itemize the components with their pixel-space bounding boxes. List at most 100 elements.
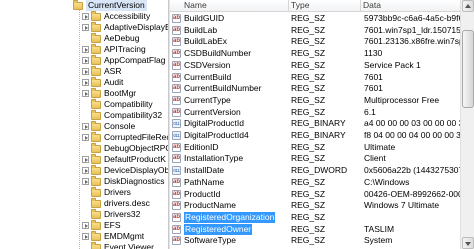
value-name: ProductId [184,188,221,199]
value-row[interactable]: 011 DigitalProductId REG_BINARY a4 00 00 00… [170,118,460,129]
tree-item[interactable]: DebugObjectRPC [82,142,168,154]
tree-item-label: DiskDiagnostics [104,176,165,186]
expand-arrow-icon[interactable] [82,156,89,163]
expand-arrow-icon[interactable] [82,68,89,75]
expand-arrow-icon[interactable] [82,57,89,64]
value-row[interactable]: ab ProductName REG_SZ Windows 7 Ultimate [170,200,460,211]
expand-arrow-icon[interactable] [82,134,89,141]
folder-icon [91,98,101,109]
tree-item-label: AdaptiveDisplayB [104,22,168,32]
value-row[interactable]: ab CurrentBuild REG_SZ 7601 [170,72,460,83]
tree-item[interactable]: APITracing [82,43,146,55]
value-row[interactable]: ab EditionID REG_SZ Ultimate [170,142,460,153]
tree-item[interactable]: Audit [82,76,124,88]
value-data: 7601.23136.x86fre.win7sp1_ldr [364,36,460,47]
tree-item[interactable]: EMDMgmt [82,230,144,242]
value-row[interactable]: 011 InstallDate REG_DWORD 0x5606a22b (14432… [170,165,460,176]
folder-open-icon [73,0,83,10]
value-row[interactable]: ab RegisteredOrganization REG_SZ [170,211,460,223]
vertical-scrollbar[interactable] [460,0,474,249]
value-data: f8 04 00 00 04 00 00 00 30 00 30 [364,130,460,140]
value-row[interactable]: ab PathName REG_SZ C:\Windows [170,177,460,188]
value-row[interactable]: abProductId REG_SZ 00426-OEM-8992662-00006 [170,189,460,200]
tree-item-label: Accessibility [104,11,151,21]
string-icon: ab [172,212,181,222]
value-data: C:\Windows [364,176,410,187]
tree-item[interactable]: EFS [82,219,121,231]
expand-arrow-icon[interactable] [82,167,89,174]
expand-arrow-icon[interactable] [82,233,89,240]
tree-item[interactable]: Compatibility [82,98,153,110]
tree-item-label: AeDebug [104,33,140,43]
scroll-thumb[interactable] [462,30,474,108]
tree-item[interactable]: Console [82,120,136,132]
tree-item[interactable]: drivers.desc [82,197,150,209]
value-row[interactable]: ab CSDVersion REG_SZ Service Pack 1 [170,60,460,71]
value-data: 6.1 [364,106,376,117]
tree-item[interactable]: BootMgr [82,87,136,99]
value-data: 7601 [364,83,383,94]
folder-icon [91,120,101,131]
tree-item-label: Console [104,121,136,131]
value-row[interactable]: ab InstallationType REG_SZ Client [170,153,460,164]
tree-item[interactable]: ASR [82,65,122,77]
value-row[interactable]: ab CurrentBuildNumber REG_SZ 7601 [170,83,460,94]
value-type: REG_SZ [291,106,326,117]
folder-icon [91,153,101,164]
registry-values-list[interactable]: Name Type Data ab BuildGUID REG_SZ 5973bb9c… [170,0,460,249]
tree-item[interactable]: Drivers32 [82,208,141,220]
expand-arrow-icon[interactable] [82,24,89,31]
value-row[interactable]: ab SoftwareType REG_SZ System [170,235,460,246]
column-header-name[interactable]: Name [182,0,207,11]
scroll-up-button[interactable] [462,0,474,12]
expand-arrow-icon[interactable] [82,222,89,229]
scroll-down-button[interactable] [462,237,474,249]
tree-item-currentversion[interactable]: CurrentVersion [73,0,147,11]
value-row[interactable]: abBuildGUID REG_SZ 5973bb9c-c6a6-4a5c-b9f6… [170,13,460,24]
folder-icon [91,230,101,241]
value-row[interactable]: ab CurrentType REG_SZ Multiprocessor Free [170,95,460,106]
expand-arrow-icon[interactable] [82,90,89,97]
tree-item[interactable]: AdaptiveDisplayB [82,21,168,33]
value-data: 7601 [364,71,383,82]
tree-item[interactable]: DiskDiagnostics [82,175,165,187]
tree-item[interactable]: AeDebug [82,32,140,44]
value-name: BuildGUID [184,13,225,23]
value-row[interactable]: ab CurrentVersion REG_SZ 6.1 [170,107,460,118]
value-row[interactable]: ab RegisteredOwner REG_SZ TASLIM [170,223,460,235]
tree-item[interactable]: AppCompatFlag [82,54,165,66]
folder-icon [91,175,101,186]
tree-item-label: Audit [104,77,124,87]
expand-arrow-icon[interactable] [82,79,89,86]
value-row[interactable]: 011 DigitalProductId4 REG_BINARY f8 04 00 0… [170,130,460,141]
column-header-type[interactable]: Type [289,0,309,11]
value-row[interactable]: ab BuildLabEx REG_SZ 7601.23136.x86fre.win7… [170,36,460,47]
binary-icon: 011 [172,119,181,129]
tree-item[interactable]: Compatibility32 [82,109,162,121]
value-name: InstallationType [184,153,244,164]
tree-item-label: Drivers32 [104,209,141,219]
column-header-data[interactable]: Data [361,0,381,11]
value-data: Service Pack 1 [364,59,421,70]
tree-item-label: DebugObjectRPC [104,143,168,153]
tree-item[interactable]: DefaultProductK [82,153,166,165]
tree-item[interactable]: CorruptedFileRec [82,131,168,143]
tree-item[interactable]: DeviceDisplayOb [82,164,168,176]
value-type: REG_SZ [291,188,326,199]
folder-icon [91,197,101,208]
value-type: REG_SZ [291,153,326,164]
tree-item[interactable]: Event Viewer [82,241,154,249]
tree-item[interactable]: Drivers [82,186,131,198]
value-name: BuildLab [184,24,218,35]
value-type: REG_BINARY [291,118,346,129]
value-row[interactable]: ab CSDBuildNumber REG_SZ 1130 [170,48,460,59]
tree-item-label: ASR [104,66,122,76]
expand-arrow-icon[interactable] [82,178,89,185]
expand-arrow-icon[interactable] [82,13,89,20]
tree-item[interactable]: Accessibility [82,10,151,22]
expand-arrow-icon[interactable] [82,46,89,53]
value-row[interactable]: abBuildLab REG_SZ 7601.win7sp1_ldr.150715-… [170,25,460,36]
expand-arrow-icon[interactable] [82,123,89,130]
registry-key-tree[interactable]: CurrentVersion Accessibility AdaptiveDisp… [0,0,168,249]
tree-item-label: EFS [104,220,121,230]
